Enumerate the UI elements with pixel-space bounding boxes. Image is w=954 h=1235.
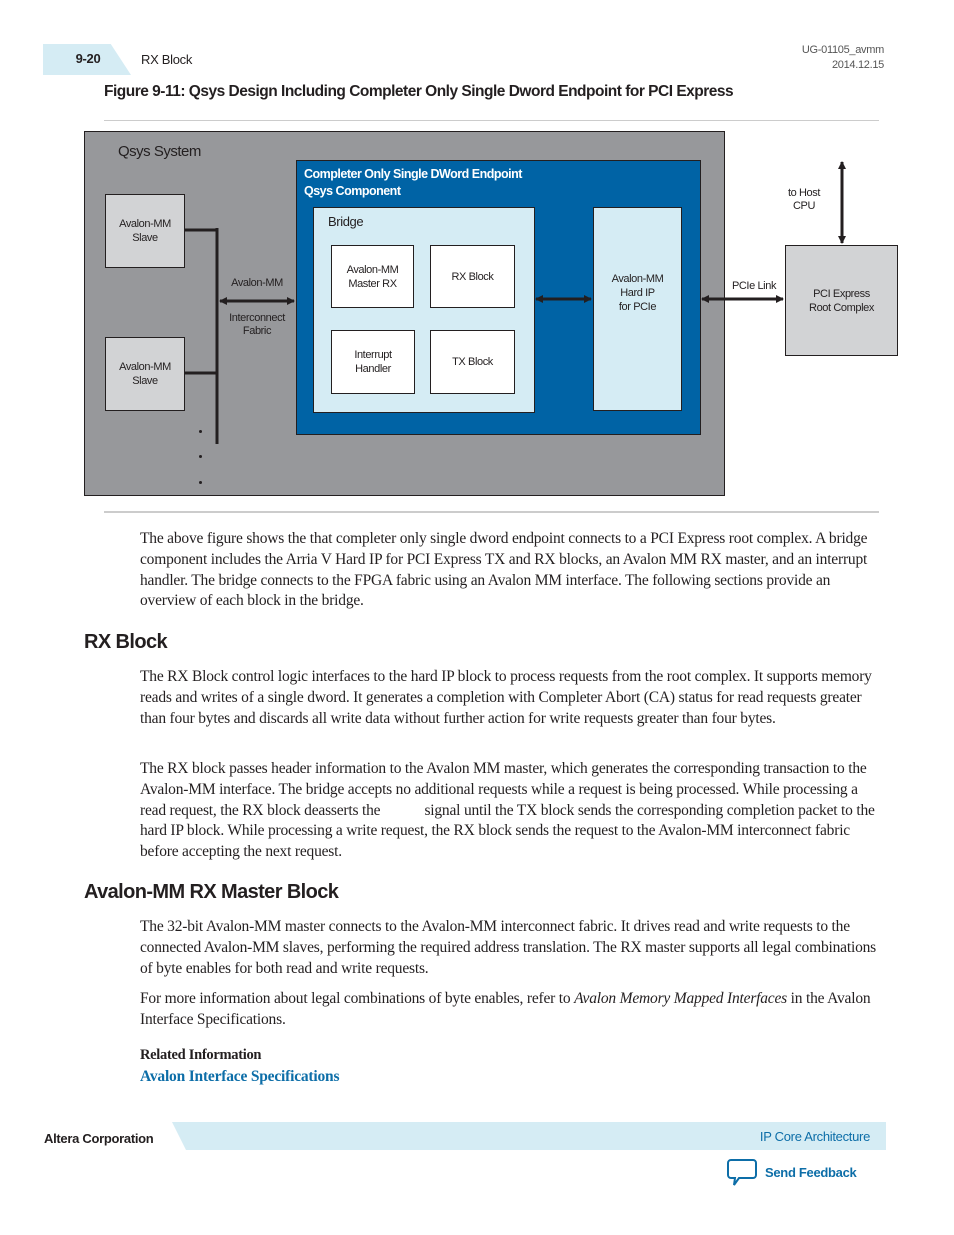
related-information-label: Related Information bbox=[140, 1047, 262, 1063]
rx-block-paragraph-1: The RX Block control logic interfaces to… bbox=[140, 668, 872, 727]
rx-master-heading: Avalon-MM RX Master Block bbox=[84, 881, 339, 903]
ellipsis-dot bbox=[199, 455, 202, 458]
ellipsis-dot bbox=[199, 430, 202, 433]
avalon-mm-interfaces-reference: Avalon Memory Mapped Interfaces bbox=[574, 990, 787, 1007]
rx-block-paragraph-2: The RX block passes header information t… bbox=[140, 760, 879, 861]
rx-block-heading: RX Block bbox=[84, 631, 168, 653]
rx-master-paragraph-2: For more information about legal combina… bbox=[140, 990, 871, 1028]
rx-master-paragraph-1: The 32-bit Avalon-MM master connects to … bbox=[140, 918, 876, 977]
avalon-interface-specifications-link[interactable]: Avalon Interface Specifications bbox=[140, 1068, 339, 1086]
send-feedback-button[interactable]: Send Feedback bbox=[727, 1158, 857, 1186]
footer-chapter-link[interactable]: IP Core Architecture bbox=[760, 1129, 870, 1144]
ellipsis-dot bbox=[199, 481, 202, 484]
send-feedback-label: Send Feedback bbox=[765, 1164, 857, 1180]
figure-bottom-rule bbox=[104, 511, 879, 513]
speech-bubble-icon bbox=[727, 1159, 757, 1186]
diagram-connectors bbox=[184, 161, 846, 444]
footer-company: Altera Corporation bbox=[44, 1131, 154, 1146]
intro-paragraph: The above figure shows the that complete… bbox=[140, 530, 868, 610]
